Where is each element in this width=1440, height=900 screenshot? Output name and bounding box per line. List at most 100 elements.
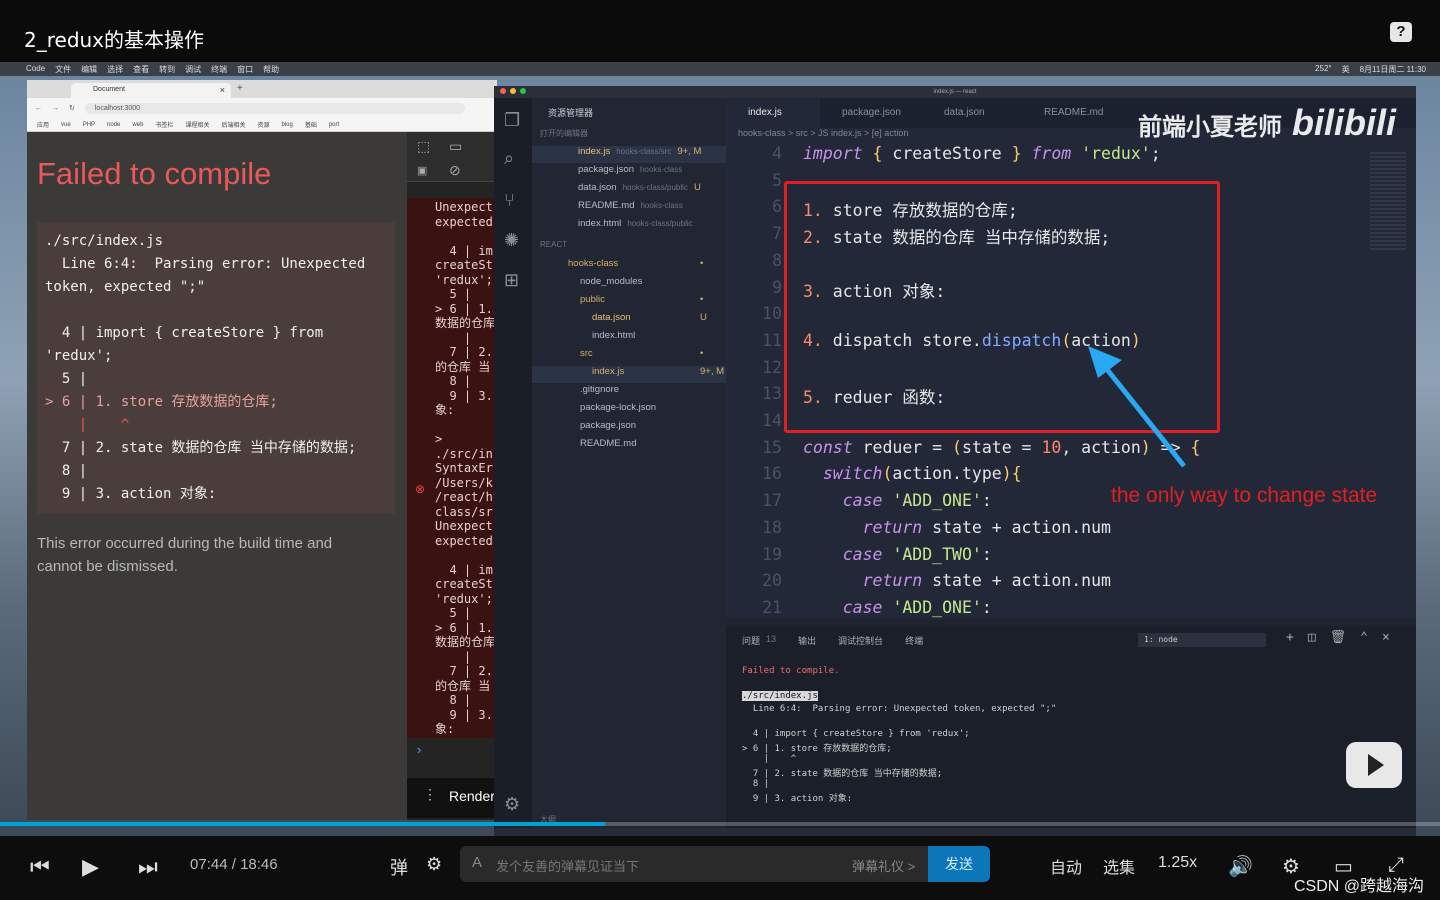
bookmark-item[interactable]: web (132, 122, 143, 128)
open-editor-item[interactable]: README.md hooks-class (532, 200, 689, 217)
editor-tab[interactable]: data.json (922, 98, 1016, 128)
editor-tab[interactable]: package.json (820, 98, 914, 128)
bookmark-item[interactable]: node (107, 122, 120, 128)
tree-item[interactable]: index.js 9+, M (532, 366, 726, 383)
minimap[interactable] (1370, 152, 1406, 252)
bookmark-item[interactable]: 应用 (37, 120, 49, 129)
tree-item[interactable]: hooks-class • (532, 258, 703, 275)
explorer-icon[interactable]: ❐ (504, 110, 520, 131)
menubar-item[interactable]: 终端 (211, 64, 227, 75)
tree-item[interactable]: index.html (532, 330, 635, 347)
panel-tab[interactable]: 问题 (742, 634, 760, 647)
bookmark-item[interactable]: 资源 (257, 120, 269, 129)
tree-item[interactable]: src • (532, 348, 703, 365)
menubar-item[interactable]: 调试 (185, 64, 201, 75)
tree-item[interactable]: public • (532, 294, 703, 311)
settings-gear-icon[interactable]: ⚙ (504, 794, 520, 815)
panel-tab[interactable]: 13 (766, 634, 776, 647)
tree-item[interactable]: package-lock.json (532, 402, 656, 419)
forward-icon[interactable]: → (52, 105, 59, 112)
bookmark-item[interactable]: port (329, 122, 339, 128)
tree-item[interactable]: package.json (532, 420, 636, 437)
speed-button[interactable]: 1.25x (1158, 854, 1197, 872)
render-tab[interactable]: ⋮ Render (407, 778, 497, 818)
open-editors-header[interactable]: 打开的编辑器 (540, 128, 588, 145)
volume-icon[interactable]: 🔊 (1228, 854, 1253, 879)
play-icon[interactable]: ▶ (82, 854, 99, 880)
search-icon[interactable]: ⌕ (504, 148, 514, 169)
panel-tab[interactable]: 输出 (798, 634, 816, 647)
menubar-item[interactable]: 窗口 (237, 64, 253, 75)
tree-item-label: package.json (580, 420, 636, 431)
extensions-icon[interactable]: ⊞ (504, 270, 519, 291)
tree-item[interactable]: README.md (532, 438, 636, 455)
menubar-item[interactable]: 帮助 (263, 64, 279, 75)
debug-icon[interactable]: ✺ (504, 230, 519, 251)
workspace-header[interactable]: REACT (540, 240, 567, 257)
open-editor-item[interactable]: package.json hooks-class (532, 164, 688, 181)
close-tab-icon[interactable]: × (220, 85, 225, 95)
browser-tab[interactable]: Document × (71, 83, 231, 98)
menubar-item[interactable]: 文件 (55, 64, 71, 75)
new-tab-icon[interactable]: + (237, 83, 243, 94)
more-icon[interactable]: ⋮ (423, 786, 437, 803)
address-bar[interactable]: localhost:3000 (84, 102, 465, 114)
font-icon[interactable]: A (472, 854, 482, 871)
quality-button[interactable]: 自动 (1050, 854, 1082, 878)
split-terminal-icon[interactable]: ◫ (1308, 630, 1316, 645)
menubar-item[interactable]: 编辑 (81, 64, 97, 75)
close-panel-icon[interactable]: × (1382, 630, 1390, 645)
open-editor-item[interactable]: index.html hooks-class/public (532, 218, 699, 235)
danmaku-settings-icon[interactable]: ⚙ (426, 854, 442, 875)
danmaku-etiquette-link[interactable]: 弹幕礼仪 > (852, 856, 915, 875)
menubar-item[interactable]: 查看 (133, 64, 149, 75)
menubar-item[interactable]: Code (26, 64, 45, 75)
reload-icon[interactable]: ↻ (69, 104, 75, 112)
open-editor-item[interactable]: index.js hooks-class/src 9+, M (532, 146, 726, 163)
episodes-button[interactable]: 选集 (1103, 854, 1135, 878)
tree-item-label: data.json (592, 312, 631, 323)
menubar-item[interactable]: 选择 (107, 64, 123, 75)
send-button[interactable]: 发送 (928, 846, 990, 882)
time-display: 07:44 / 18:46 (190, 856, 278, 873)
trash-icon[interactable]: 🗑 (1330, 630, 1347, 645)
console-prompt-icon[interactable]: › (417, 742, 421, 757)
tree-item[interactable]: .gitignore (532, 384, 619, 401)
bookmark-item[interactable]: vue (61, 122, 71, 128)
bookmark-item[interactable]: 后端相关 (221, 120, 245, 129)
zoom-window-icon[interactable] (520, 88, 526, 94)
menubar-item[interactable]: 转到 (159, 64, 175, 75)
progress-bar[interactable] (0, 822, 1440, 826)
tree-item[interactable]: node_modules (532, 276, 642, 293)
panel-tab[interactable]: 终端 (905, 634, 923, 647)
bilibili-tv-icon[interactable] (1346, 742, 1402, 788)
danmaku-input[interactable]: A 发个友善的弹幕见证当下 弹幕礼仪 > 发送 (460, 846, 990, 882)
danmaku-toggle-icon[interactable]: 弹 (390, 854, 408, 880)
panel-tab[interactable]: 调试控制台 (838, 634, 883, 647)
bookmark-item[interactable]: 课程相关 (185, 120, 209, 129)
next-icon[interactable]: ⏭ (138, 854, 158, 880)
new-terminal-icon[interactable]: + (1286, 630, 1294, 645)
help-icon[interactable]: ? (1390, 22, 1412, 42)
editor-tab[interactable]: README.md (1022, 98, 1116, 128)
bookmark-item[interactable]: blog (281, 122, 292, 128)
source-control-icon[interactable]: ⑂ (504, 190, 515, 211)
terminal-select[interactable]: 1: node (1138, 633, 1266, 647)
clear-console-icon[interactable]: ⊘ (449, 162, 461, 179)
bookmark-item[interactable]: 基础 (305, 120, 317, 129)
back-icon[interactable]: ← (35, 105, 42, 112)
tree-item[interactable]: data.json U (532, 312, 707, 329)
bookmark-item[interactable]: PHP (83, 122, 95, 128)
sidebar-toggle-icon[interactable]: ▣ (417, 164, 427, 177)
device-toggle-icon[interactable]: ▭ (449, 138, 462, 155)
prev-icon[interactable]: ⏮ (30, 854, 50, 880)
minimize-window-icon[interactable] (510, 88, 516, 94)
inspect-icon[interactable]: ⬚ (417, 138, 430, 155)
editor-tab[interactable]: index.js (726, 98, 820, 128)
close-window-icon[interactable] (500, 88, 506, 94)
line-number: 4 (772, 144, 782, 163)
open-editor-item[interactable]: data.json hooks-class/public U (532, 182, 701, 199)
terminal-line: 8 | (742, 778, 770, 789)
bookmark-item[interactable]: 书签栏 (155, 120, 173, 129)
maximize-panel-icon[interactable]: ⌃ (1360, 630, 1368, 645)
